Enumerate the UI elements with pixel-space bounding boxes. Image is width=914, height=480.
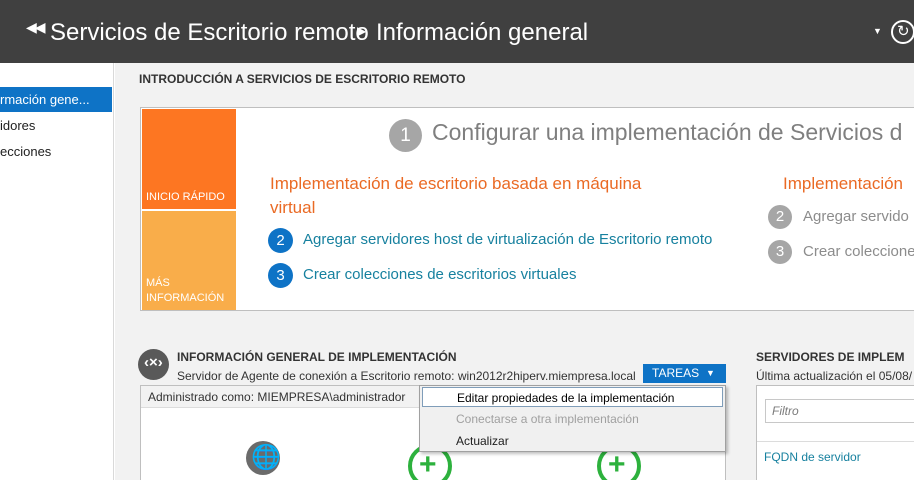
sidebar-item-label: idores [0, 118, 36, 133]
create-virtual-desktop-collections-link[interactable]: Crear colecciones de escritorios virtual… [303, 266, 576, 283]
tasks-button-label: TAREAS [652, 366, 700, 380]
sidebar: rmación gene... idores ecciones [0, 63, 114, 480]
menu-item-label: Editar propiedades de la implementación [457, 391, 675, 405]
step-1-badge: 1 [389, 119, 422, 152]
sidebar-item-general-info[interactable]: rmación gene... [0, 87, 112, 112]
globe-icon[interactable]: 🌐 [246, 441, 280, 475]
sidebar-item-servers[interactable]: idores [0, 113, 112, 138]
tasks-dropdown-icon: ▼ [706, 368, 715, 378]
refresh-icon[interactable]: ↻ [891, 20, 914, 44]
session-step-3-badge: 3 [768, 240, 792, 264]
session-deployment-heading: Implementación [783, 174, 904, 193]
column-header-fqdn[interactable]: FQDN de servidor [764, 450, 861, 464]
vm-step-3-badge: 3 [268, 263, 293, 288]
divider [757, 441, 914, 442]
servers-box: Filtro FQDN de servidor [756, 385, 914, 480]
vm-deployment-heading-line2: virtual [270, 198, 316, 217]
connection-broker-label: Servidor de Agente de conexión a Escrito… [177, 369, 636, 383]
breadcrumb-part1[interactable]: Servicios de Escritorio remoto [50, 19, 369, 47]
filter-input[interactable]: Filtro [765, 399, 914, 423]
sidebar-item-label: rmación gene... [0, 92, 90, 107]
servers-last-update: Última actualización el 05/08/ [756, 369, 913, 383]
quick-start-panel: INICIO RÁPIDO MÁS INFORMACIÓN 1 Configur… [140, 107, 914, 311]
sidebar-item-label: ecciones [0, 144, 52, 159]
filter-placeholder: Filtro [772, 404, 799, 418]
vm-step-2-badge: 2 [268, 228, 293, 253]
deployment-icon: ‹×› [138, 349, 169, 380]
back-arrows-icon[interactable]: ◀◀ [26, 19, 45, 36]
vm-deployment-heading-line1: Implementación de escritorio basada en m… [270, 174, 642, 193]
breadcrumb-arrow-icon: ▶ [357, 24, 367, 38]
title-bar: ◀◀ Servicios de Escritorio remoto ▶ Info… [0, 0, 914, 63]
tile-more-info-line1: MÁS [146, 277, 170, 289]
sidebar-item-collections[interactable]: ecciones [0, 139, 112, 164]
dropdown-arrow-icon[interactable]: ▼ [873, 26, 882, 36]
session-step-3-label: Crear coleccione [803, 243, 914, 260]
tile-more-info-line2: INFORMACIÓN [146, 292, 225, 304]
managed-as-label: Administrado como: MIEMPRESA\administrad… [148, 390, 406, 404]
step-1-title: Configurar una implementación de Servici… [432, 119, 903, 145]
menu-item-label: Actualizar [456, 434, 509, 448]
intro-section-title: INTRODUCCIÓN A SERVICIOS DE ESCRITORIO R… [139, 72, 466, 86]
main-content: INTRODUCCIÓN A SERVICIOS DE ESCRITORIO R… [115, 63, 914, 480]
tile-quick-start[interactable]: INICIO RÁPIDO [142, 109, 236, 209]
tile-quick-start-label: INICIO RÁPIDO [146, 191, 225, 203]
menu-item-refresh[interactable]: Actualizar [422, 431, 723, 451]
menu-item-connect-other-deployment: Conectarse a otra implementación [422, 409, 723, 429]
servers-section-title: SERVIDORES DE IMPLEM [756, 350, 905, 364]
menu-item-label: Conectarse a otra implementación [456, 412, 639, 426]
deployment-section-title: INFORMACIÓN GENERAL DE IMPLEMENTACIÓN [177, 350, 457, 364]
menu-item-edit-deployment-properties[interactable]: Editar propiedades de la implementación [422, 387, 723, 407]
tile-more-info[interactable]: MÁS INFORMACIÓN [142, 211, 236, 310]
add-virtualization-hosts-link[interactable]: Agregar servidores host de virtualizació… [303, 231, 712, 248]
breadcrumb-part2: Información general [376, 19, 589, 46]
tasks-button[interactable]: TAREAS ▼ [643, 364, 726, 383]
session-step-2-badge: 2 [768, 205, 792, 229]
tasks-context-menu: Editar propiedades de la implementación … [419, 385, 726, 452]
session-step-2-label: Agregar servido [803, 208, 909, 225]
